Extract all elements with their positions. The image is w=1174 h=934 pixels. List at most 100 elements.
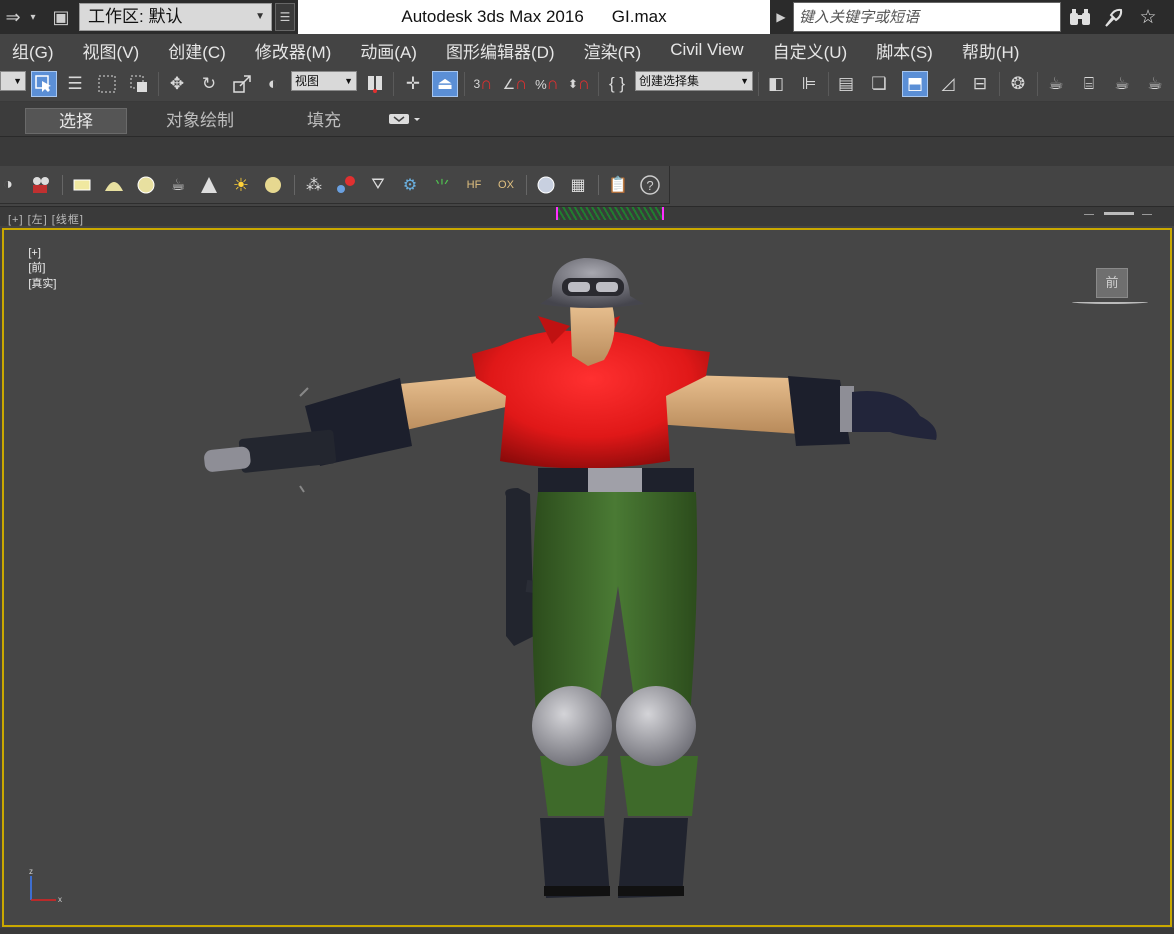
render-in-cloud-button[interactable]: ☕: [1142, 71, 1168, 97]
omni-light-icon[interactable]: [261, 173, 285, 197]
keyboard-shortcut-override-button[interactable]: ⏏: [432, 71, 458, 97]
percent-snap-button[interactable]: % ∩: [534, 71, 560, 97]
align-button[interactable]: ⊫: [796, 71, 822, 97]
redo-dropdown-icon[interactable]: ▾: [26, 2, 40, 32]
viewport-pov-label[interactable]: [前]: [28, 262, 45, 274]
toggle-ribbon-button[interactable]: ⬒: [902, 71, 928, 97]
chevron-down-icon: ▼: [344, 76, 353, 86]
search-box[interactable]: [793, 2, 1061, 32]
camera-icon[interactable]: [29, 173, 53, 197]
grass-icon[interactable]: ⺌: [430, 173, 454, 197]
camera-partial-icon[interactable]: ◑: [0, 173, 20, 197]
window-crossing-button[interactable]: [126, 71, 152, 97]
place-button[interactable]: ◐: [260, 71, 286, 97]
spinner-snap-button[interactable]: ⬍ ∩: [566, 71, 592, 97]
soldier-character-model[interactable]: [200, 256, 960, 906]
left-viewport-label[interactable]: [+] [左] [线框]: [8, 211, 84, 227]
menu-item-animation[interactable]: 动画(A): [360, 38, 417, 63]
select-object-button[interactable]: [31, 71, 57, 97]
viewcube-face-label: 前: [1105, 275, 1119, 290]
search-input[interactable]: [799, 3, 1060, 31]
holster: [505, 488, 534, 646]
sphere-icon[interactable]: [134, 173, 158, 197]
named-selection-dropdown[interactable]: 创建选择集 ▼: [635, 71, 753, 91]
favorites-star-icon[interactable]: ☆: [1134, 3, 1162, 31]
sun-light-icon[interactable]: ☀: [229, 173, 253, 197]
axis-x-label: x: [58, 895, 62, 904]
chevron-down-icon: ▼: [740, 76, 749, 86]
select-manipulate-button[interactable]: ✛: [400, 71, 426, 97]
viewport-shading-label[interactable]: [真实]: [28, 278, 56, 290]
rotate-button[interactable]: ↻: [196, 71, 222, 97]
menu-item-views[interactable]: 视图(V): [83, 38, 140, 63]
move-button[interactable]: ✥: [164, 71, 190, 97]
menu-item-graph-editors[interactable]: 图形编辑器(D): [446, 38, 555, 63]
material-grid-icon[interactable]: ▦: [566, 173, 590, 197]
material-sphere-icon[interactable]: [534, 173, 558, 197]
snaps-label: 3: [473, 77, 481, 91]
viewcube-edge: [1084, 212, 1154, 216]
scene-explorer-button[interactable]: ▤: [833, 71, 859, 97]
quick-access-toolbar: ⇒ ▾ ▣: [0, 0, 74, 34]
menu-item-group[interactable]: 组(G): [12, 38, 54, 63]
workspace-dropdown[interactable]: 工作区: 默认 ▼: [79, 3, 272, 31]
app-title: Autodesk 3ds Max 2016: [401, 7, 584, 26]
mirror-button[interactable]: ◧: [763, 71, 789, 97]
render-production-button[interactable]: ☕: [1109, 71, 1135, 97]
menu-item-scripting[interactable]: 脚本(S): [876, 38, 933, 63]
particle-array-icon[interactable]: ⁂: [302, 173, 326, 197]
project-folder-icon[interactable]: ▣: [48, 2, 74, 32]
plane-icon[interactable]: [70, 173, 94, 197]
cone-icon[interactable]: [197, 173, 221, 197]
viewcube[interactable]: 前: [1096, 268, 1128, 298]
edit-named-selection-button[interactable]: { }: [604, 71, 630, 97]
pivot-center-button[interactable]: [362, 71, 388, 97]
viewcube-compass-ring[interactable]: [1072, 300, 1148, 304]
expand-arrow-icon[interactable]: ▶: [772, 3, 790, 31]
selection-filter-dropdown[interactable]: ▼: [0, 71, 26, 91]
teapot-icon[interactable]: ☕: [166, 173, 190, 197]
front-viewport[interactable]: [+] [前] [真实] 前 z x: [2, 228, 1172, 927]
ribbon-options-dropdown[interactable]: [388, 112, 420, 129]
tab-selection[interactable]: 选择: [25, 108, 127, 134]
chevron-down-icon: ▼: [255, 11, 265, 22]
schematic-view-button[interactable]: ⊟: [967, 71, 993, 97]
layer-explorer-button[interactable]: ❏: [866, 71, 892, 97]
spinner-icon: ⬍: [567, 77, 578, 91]
terrain-icon[interactable]: ⛛: [366, 173, 390, 197]
toolbar-separator: [999, 72, 1000, 96]
binoculars-icon[interactable]: [1066, 3, 1094, 31]
named-selection-value: 创建选择集: [639, 74, 700, 88]
hemisphere-icon[interactable]: [102, 173, 126, 197]
communication-center-icon[interactable]: [1100, 3, 1128, 31]
redo-icon[interactable]: ⇒: [0, 2, 26, 32]
rendered-frame-window-button[interactable]: ⌸: [1076, 71, 1102, 97]
menu-item-rendering[interactable]: 渲染(R): [584, 38, 642, 63]
material-editor-button[interactable]: ❂: [1005, 71, 1031, 97]
workspace-menu-button[interactable]: ☰: [275, 3, 295, 31]
hair-fur-icon[interactable]: HF: [462, 173, 486, 197]
curve-editor-button[interactable]: ◿: [935, 71, 961, 97]
bone-icon[interactable]: [334, 173, 358, 197]
tab-populate[interactable]: 填充: [290, 108, 358, 134]
gear-icon[interactable]: ⚙: [398, 173, 422, 197]
tab-object-paint[interactable]: 对象绘制: [150, 108, 250, 134]
angle-snap-button[interactable]: ∠ ∩: [502, 71, 528, 97]
menu-item-modifiers[interactable]: 修改器(M): [255, 38, 331, 63]
menu-item-civil-view[interactable]: Civil View: [670, 40, 743, 60]
scale-button[interactable]: [229, 71, 255, 97]
menu-bar: 组(G) 视图(V) 创建(C) 修改器(M) 动画(A) 图形编辑器(D) 渲…: [0, 34, 1174, 66]
menu-item-help[interactable]: 帮助(H): [962, 38, 1020, 63]
reference-coordinate-dropdown[interactable]: 视图 ▼: [291, 71, 357, 91]
toolbar-separator: [526, 175, 527, 195]
menu-item-customize[interactable]: 自定义(U): [773, 38, 848, 63]
rectangular-selection-button[interactable]: [94, 71, 120, 97]
ox-icon[interactable]: OX: [494, 173, 518, 197]
viewport-menu-plus[interactable]: [+]: [28, 247, 41, 259]
clipboard-icon[interactable]: 📋: [606, 173, 630, 197]
menu-item-create[interactable]: 创建(C): [168, 38, 226, 63]
help-icon[interactable]: ?: [638, 173, 662, 197]
snaps-toggle-button[interactable]: 3 ∩: [470, 71, 496, 97]
select-by-name-button[interactable]: ☰: [62, 71, 88, 97]
render-setup-button[interactable]: ☕: [1043, 71, 1069, 97]
